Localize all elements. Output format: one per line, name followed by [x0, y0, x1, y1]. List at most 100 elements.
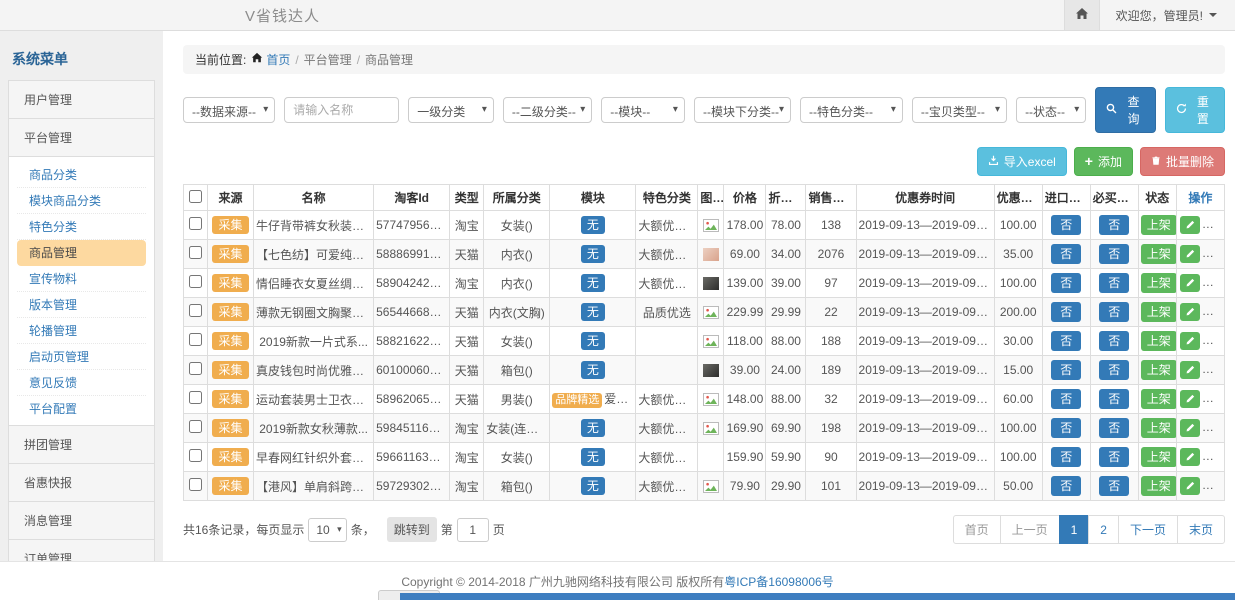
sidebar-item-消息管理[interactable]: 消息管理: [8, 501, 155, 540]
row-checkbox[interactable]: [189, 217, 202, 230]
row-checkbox[interactable]: [189, 478, 202, 491]
status-button[interactable]: 上架: [1141, 331, 1177, 351]
edit-button[interactable]: [1180, 448, 1200, 466]
status-button[interactable]: 上架: [1141, 244, 1177, 264]
sidebar-subitem-模块商品分类[interactable]: 模块商品分类: [17, 188, 146, 214]
status-button[interactable]: 上架: [1141, 476, 1177, 496]
row-checkbox[interactable]: [189, 449, 202, 462]
filter-select-4[interactable]: --特色分类--: [800, 97, 903, 123]
sidebar-subitem-平台配置[interactable]: 平台配置: [17, 396, 146, 421]
sidebar-item-省惠快报[interactable]: 省惠快报: [8, 463, 155, 502]
must-buy-toggle-button[interactable]: 否: [1099, 418, 1129, 438]
page-button-首页[interactable]: 首页: [953, 515, 1001, 544]
filter-select-3[interactable]: --模块下分类--: [694, 97, 791, 123]
cell-feature: 大额优惠券: [636, 269, 698, 298]
sidebar-subitem-商品分类[interactable]: 商品分类: [17, 162, 146, 188]
sidebar-subitem-版本管理[interactable]: 版本管理: [17, 292, 146, 318]
filter-select-0[interactable]: 一级分类: [408, 97, 494, 123]
status-button[interactable]: 上架: [1141, 215, 1177, 235]
must-buy-toggle-button[interactable]: 否: [1099, 302, 1129, 322]
import-toggle-button[interactable]: 否: [1051, 360, 1081, 380]
row-checkbox[interactable]: [189, 246, 202, 259]
must-buy-toggle-button[interactable]: 否: [1099, 389, 1129, 409]
import-excel-button[interactable]: 导入excel: [977, 147, 1067, 176]
row-checkbox[interactable]: [189, 333, 202, 346]
page-number-input[interactable]: [457, 518, 489, 542]
edit-button[interactable]: [1180, 274, 1200, 292]
home-button[interactable]: [1064, 0, 1100, 30]
page-button-1[interactable]: 1: [1059, 515, 1090, 544]
cell-type: 淘宝: [450, 211, 484, 240]
search-button[interactable]: 查询: [1095, 87, 1155, 133]
import-toggle-button[interactable]: 否: [1051, 273, 1081, 293]
must-buy-toggle-button[interactable]: 否: [1099, 273, 1129, 293]
edit-button[interactable]: [1180, 303, 1200, 321]
status-button[interactable]: 上架: [1141, 360, 1177, 380]
sidebar-item-平台管理[interactable]: 平台管理: [8, 118, 155, 157]
sidebar-subitem-商品管理[interactable]: 商品管理: [17, 240, 146, 266]
import-toggle-button[interactable]: 否: [1051, 215, 1081, 235]
sidebar-item-用户管理[interactable]: 用户管理: [8, 80, 155, 119]
name-search-input[interactable]: [284, 97, 399, 123]
row-checkbox[interactable]: [189, 420, 202, 433]
status-button[interactable]: 上架: [1141, 447, 1177, 467]
sidebar-subitem-宣传物料[interactable]: 宣传物料: [17, 266, 146, 292]
import-toggle-button[interactable]: 否: [1051, 447, 1081, 467]
edit-button[interactable]: [1180, 390, 1200, 408]
status-button[interactable]: 上架: [1141, 418, 1177, 438]
filter-select-source[interactable]: --数据来源--: [183, 97, 275, 123]
breadcrumb-home-link[interactable]: 首页: [251, 51, 290, 68]
filter-select-6[interactable]: --状态--: [1016, 97, 1086, 123]
sidebar-subitem-轮播管理[interactable]: 轮播管理: [17, 318, 146, 344]
must-buy-toggle-button[interactable]: 否: [1099, 476, 1129, 496]
page-button-2[interactable]: 2: [1088, 515, 1119, 544]
import-toggle-button[interactable]: 否: [1051, 418, 1081, 438]
must-buy-toggle-button[interactable]: 否: [1099, 215, 1129, 235]
filter-select-1[interactable]: --二级分类--: [503, 97, 592, 123]
import-toggle-button[interactable]: 否: [1051, 244, 1081, 264]
edit-button[interactable]: [1180, 332, 1200, 350]
edit-button[interactable]: [1180, 477, 1200, 495]
import-toggle-button[interactable]: 否: [1051, 302, 1081, 322]
per-page-select[interactable]: 10: [308, 518, 346, 542]
cell-operations: [1176, 240, 1224, 269]
edit-button[interactable]: [1180, 216, 1200, 234]
status-button[interactable]: 上架: [1141, 302, 1177, 322]
cell-source: 采集: [207, 298, 253, 327]
import-toggle-button[interactable]: 否: [1051, 389, 1081, 409]
cell-category: 女装(连衣裙): [484, 414, 550, 443]
row-checkbox[interactable]: [189, 362, 202, 375]
status-button[interactable]: 上架: [1141, 389, 1177, 409]
sidebar-subitem-意见反馈[interactable]: 意见反馈: [17, 370, 146, 396]
horizontal-scrollbar-thumb[interactable]: [400, 593, 1235, 600]
sidebar-item-拼团管理[interactable]: 拼团管理: [8, 425, 155, 464]
icp-link[interactable]: 粤ICP备16098006号: [724, 573, 833, 590]
filter-select-2[interactable]: --模块--: [601, 97, 685, 123]
must-buy-toggle-button[interactable]: 否: [1099, 331, 1129, 351]
user-menu[interactable]: 欢迎您，管理员!: [1100, 7, 1235, 24]
row-checkbox[interactable]: [189, 304, 202, 317]
edit-button[interactable]: [1180, 361, 1200, 379]
page-button-下一页[interactable]: 下一页: [1118, 515, 1178, 544]
must-buy-toggle-button[interactable]: 否: [1099, 360, 1129, 380]
sidebar-subitem-启动页管理[interactable]: 启动页管理: [17, 344, 146, 370]
select-all-checkbox[interactable]: [189, 190, 202, 203]
status-button[interactable]: 上架: [1141, 273, 1177, 293]
batch-delete-button[interactable]: 批量删除: [1140, 147, 1225, 176]
filter-select-5[interactable]: --宝贝类型--: [912, 97, 1007, 123]
sidebar-item-订单管理[interactable]: 订单管理: [8, 539, 155, 561]
must-buy-toggle-button[interactable]: 否: [1099, 447, 1129, 467]
row-checkbox[interactable]: [189, 391, 202, 404]
jump-button[interactable]: 跳转到: [387, 517, 437, 542]
add-button[interactable]: 添加: [1074, 147, 1133, 176]
reset-button[interactable]: 重置: [1165, 87, 1225, 133]
edit-button[interactable]: [1180, 419, 1200, 437]
page-button-末页[interactable]: 末页: [1177, 515, 1225, 544]
page-button-上一页[interactable]: 上一页: [1000, 515, 1060, 544]
row-checkbox[interactable]: [189, 275, 202, 288]
import-toggle-button[interactable]: 否: [1051, 331, 1081, 351]
must-buy-toggle-button[interactable]: 否: [1099, 244, 1129, 264]
sidebar-subitem-特色分类[interactable]: 特色分类: [17, 214, 146, 240]
import-toggle-button[interactable]: 否: [1051, 476, 1081, 496]
edit-button[interactable]: [1180, 245, 1200, 263]
